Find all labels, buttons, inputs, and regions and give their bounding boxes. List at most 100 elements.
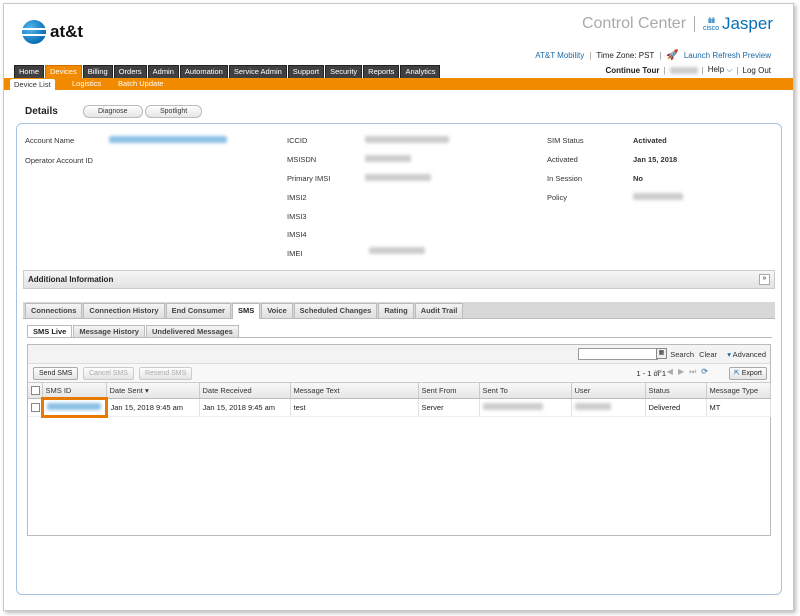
iccid-value	[365, 136, 449, 143]
tab-message-history[interactable]: Message History	[73, 325, 145, 337]
cancel-sms-button[interactable]: Cancel SMS	[83, 367, 134, 380]
col-sent-from[interactable]: Sent From	[418, 383, 480, 399]
imei-label: IMEI	[287, 249, 303, 258]
first-page-icon[interactable]: ⏮	[655, 367, 662, 377]
control-center-header: Control Center ılıılı cisco Jasper	[582, 14, 773, 34]
timezone-text: Time Zone: PST	[596, 51, 655, 60]
col-message-type[interactable]: Message Type	[706, 383, 771, 399]
account-name-value[interactable]	[109, 136, 227, 143]
policy-value	[633, 193, 683, 200]
sms-id-cell[interactable]	[40, 397, 108, 418]
col-user[interactable]: User	[571, 383, 646, 399]
advanced-button[interactable]: ▾ Advanced	[727, 350, 766, 359]
activated-label: Activated	[547, 155, 578, 164]
tab-undelivered-messages[interactable]: Undelivered Messages	[145, 325, 239, 337]
rocket-icon: 🚀	[666, 50, 679, 61]
tab-end-consumer[interactable]: End Consumer	[165, 303, 231, 318]
tab-audit-trail[interactable]: Audit Trail	[414, 303, 464, 318]
clear-button[interactable]: Clear	[699, 350, 717, 359]
sort-desc-icon: ▾	[144, 386, 149, 395]
user-bar: Continue Tour | | Help ⌵ | Log Out	[605, 65, 771, 75]
product-name: Control Center	[581, 15, 687, 32]
imsi3-label: IMSI3	[287, 212, 307, 221]
col-status[interactable]: Status	[645, 383, 707, 399]
primary-imsi-value	[365, 174, 431, 181]
tab-connections[interactable]: Connections	[25, 303, 83, 318]
export-icon: ⇱	[733, 370, 740, 377]
msisdn-label: MSISDN	[287, 155, 317, 164]
select-all-checkbox[interactable]	[28, 383, 43, 399]
subnav-batch-update[interactable]: Batch Update	[114, 78, 167, 90]
nav-automation[interactable]: Automation	[179, 65, 228, 78]
send-sms-button[interactable]: Send SMS	[33, 367, 79, 380]
launch-refresh-link[interactable]: Launch Refresh Preview	[684, 51, 771, 60]
page-title: Details	[25, 106, 58, 117]
nav-admin[interactable]: Admin	[147, 65, 179, 78]
subnav-device-list[interactable]: Device List	[10, 79, 55, 90]
nav-support[interactable]: Support	[287, 65, 325, 78]
prev-page-icon[interactable]: ◀	[667, 367, 673, 377]
refresh-icon[interactable]: ⟳	[701, 367, 708, 377]
continue-tour-link[interactable]: Continue Tour	[605, 66, 659, 75]
subnav-logistics[interactable]: Logistics	[68, 78, 105, 90]
nav-home[interactable]: Home	[14, 65, 45, 78]
additional-info-bar[interactable]: Additional Information »	[23, 270, 775, 289]
msisdn-value	[365, 155, 411, 162]
sim-status-label: SIM Status	[547, 136, 584, 145]
col-message-text[interactable]: Message Text	[290, 383, 419, 399]
search-button[interactable]: Search	[670, 350, 694, 359]
next-page-icon[interactable]: ▶	[678, 367, 684, 377]
nav-orders[interactable]: Orders	[113, 65, 147, 78]
nav-analytics[interactable]: Analytics	[400, 65, 441, 78]
row-checkbox[interactable]	[28, 398, 43, 417]
nav-billing[interactable]: Billing	[82, 65, 113, 78]
tab-rating[interactable]: Rating	[378, 303, 414, 318]
nav-reports[interactable]: Reports	[363, 65, 400, 78]
table-header-row: SMS ID Date Sent ▾ Date Received Message…	[28, 383, 771, 399]
table-row[interactable]: Jan 15, 2018 9:45 am Jan 15, 2018 9:45 a…	[28, 397, 771, 418]
col-sms-id[interactable]: SMS ID	[42, 383, 107, 399]
brand-name: at&t	[50, 22, 84, 41]
att-mobility-link[interactable]: AT&T Mobility	[535, 51, 584, 60]
nav-devices[interactable]: Devices	[45, 65, 82, 78]
export-button[interactable]: ⇱ Export	[728, 367, 767, 380]
in-session-label: In Session	[547, 174, 583, 183]
logout-link[interactable]: Log Out	[743, 66, 771, 75]
col-date-sent[interactable]: Date Sent ▾	[106, 383, 200, 399]
imsi2-label: IMSI2	[287, 193, 307, 202]
tab-connection-history[interactable]: Connection History	[83, 303, 165, 318]
tab-sms[interactable]: SMS	[231, 303, 261, 319]
nav-security[interactable]: Security	[325, 65, 363, 78]
main-nav: Home Devices Billing Orders Admin Automa…	[14, 65, 441, 78]
details-panel: Account Name Operator Account ID ICCID M…	[16, 123, 782, 595]
sms-subtabs: SMS Live Message History Undelivered Mes…	[27, 325, 772, 338]
user-cell	[571, 398, 646, 417]
att-globe-icon	[22, 20, 46, 44]
search-input[interactable]	[578, 348, 658, 360]
search-toolbar: ▦ Search Clear ▾ Advanced	[28, 345, 770, 364]
date-sent-cell: Jan 15, 2018 9:45 am	[106, 398, 200, 417]
nav-service-admin[interactable]: Service Admin	[228, 65, 287, 78]
spotlight-button[interactable]: Spotlight	[145, 105, 203, 118]
tab-voice[interactable]: Voice	[261, 303, 293, 318]
action-toolbar: Send SMS Cancel SMS Resend SMS 1 - 1 of …	[28, 364, 770, 383]
expand-icon[interactable]: »	[759, 274, 770, 285]
help-menu[interactable]: Help ⌵	[708, 65, 733, 75]
sent-from-cell: Server	[418, 398, 480, 417]
last-page-icon[interactable]: ⏭	[689, 367, 696, 377]
sim-status-value: Activated	[633, 136, 667, 145]
tab-scheduled-changes[interactable]: Scheduled Changes	[293, 303, 378, 318]
col-sent-to[interactable]: Sent To	[479, 383, 572, 399]
resend-sms-button[interactable]: Resend SMS	[139, 367, 193, 380]
device-tabs: Connections Connection History End Consu…	[23, 302, 775, 319]
calendar-icon[interactable]: ▦	[656, 348, 667, 359]
in-session-value: No	[633, 174, 643, 183]
diagnose-button[interactable]: Diagnose	[83, 105, 143, 118]
sent-to-cell	[479, 398, 572, 417]
chevron-down-icon: ⌵	[726, 65, 733, 74]
tab-sms-live[interactable]: SMS Live	[27, 325, 73, 337]
header-divider	[694, 16, 696, 32]
att-logo[interactable]: at&t	[22, 20, 83, 44]
col-date-received[interactable]: Date Received	[199, 383, 291, 399]
policy-label: Policy	[547, 193, 568, 202]
